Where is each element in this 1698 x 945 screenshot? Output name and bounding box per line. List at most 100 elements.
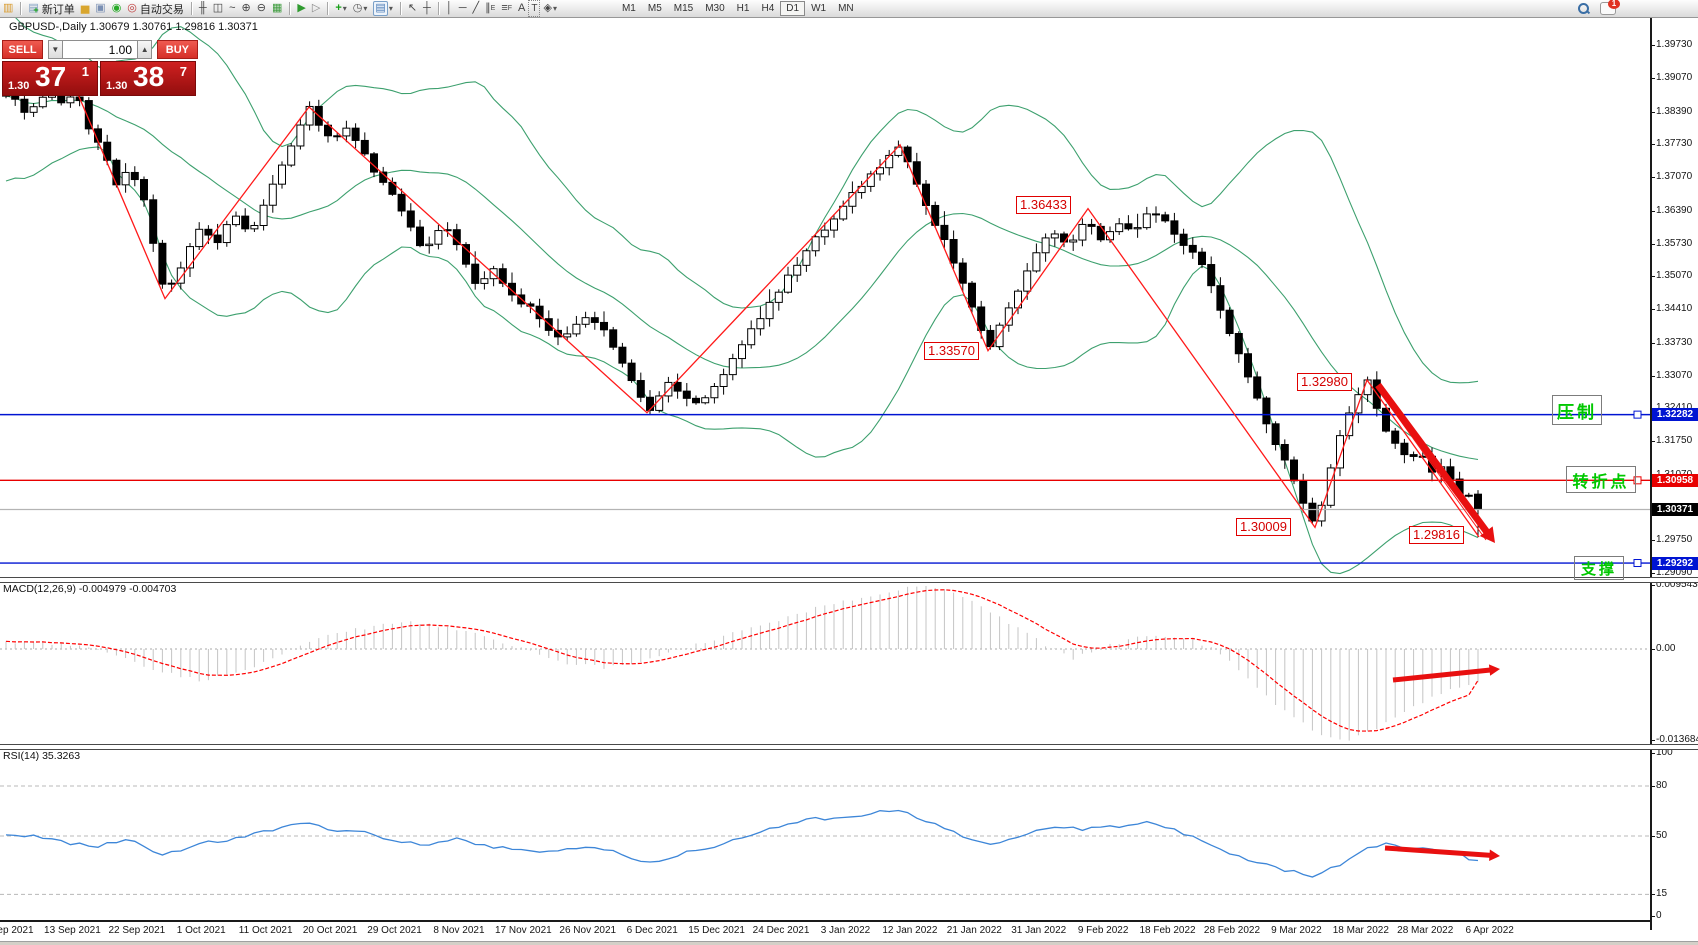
date-label: 6 Apr 2022 bbox=[1465, 925, 1513, 936]
bid-big-digits: 37 bbox=[35, 61, 66, 93]
terminal-icon[interactable]: ▣ bbox=[92, 1, 108, 16]
signals-icon[interactable]: ◉ bbox=[109, 1, 125, 16]
date-label: 31 Jan 2022 bbox=[1011, 925, 1066, 936]
search-icon[interactable] bbox=[1578, 3, 1590, 15]
date-label: 28 Mar 2022 bbox=[1397, 925, 1453, 936]
chart-fragment-icon[interactable]: ▥ bbox=[0, 1, 16, 16]
notifications-icon[interactable]: 1 bbox=[1600, 2, 1616, 15]
zoom-out-icon[interactable]: ⊖ bbox=[254, 1, 269, 16]
date-label: 11 Oct 2021 bbox=[239, 925, 293, 936]
candlestick-chart-icon[interactable]: ◫ bbox=[210, 1, 226, 16]
arrows-button[interactable]: ◈ ▾ bbox=[540, 1, 559, 16]
ask-pipette: 7 bbox=[180, 64, 187, 79]
price-tick: 1.38390 bbox=[1656, 106, 1692, 117]
zoom-in-icon[interactable]: ⊕ bbox=[239, 1, 254, 16]
autotrade-button[interactable]: ◎ 自动交易 bbox=[124, 1, 187, 16]
timeframe-w1[interactable]: W1 bbox=[805, 1, 832, 16]
zh-label[interactable]: 支撑 bbox=[1574, 556, 1624, 580]
swing-annotation[interactable]: 1.30009 bbox=[1236, 518, 1291, 536]
rsi-header: RSI(14) 35.3263 bbox=[3, 750, 80, 762]
sell-button[interactable]: SELL bbox=[2, 40, 43, 59]
toolbar-separator bbox=[327, 2, 328, 15]
main-chart-canvas[interactable] bbox=[0, 17, 1650, 578]
crosshair-icon[interactable]: ┼ bbox=[420, 1, 434, 16]
date-label: 24 Dec 2021 bbox=[753, 925, 810, 936]
candles bbox=[3, 84, 1482, 537]
timeframe-m1[interactable]: M1 bbox=[616, 1, 642, 16]
timeframe-d1[interactable]: D1 bbox=[780, 1, 805, 16]
cursor-icon[interactable]: ↖ bbox=[405, 1, 420, 16]
price-tick: 1.39070 bbox=[1656, 72, 1692, 83]
toolbar-separator bbox=[191, 2, 192, 15]
vertical-line-icon[interactable]: │ bbox=[443, 1, 456, 16]
bid-prefix: 1.30 bbox=[8, 80, 29, 92]
line-handle[interactable] bbox=[1634, 560, 1641, 567]
text-icon[interactable]: A bbox=[515, 1, 528, 16]
rsi-level-lines bbox=[0, 786, 1650, 894]
volume-decrease-button[interactable]: ▼ bbox=[48, 40, 63, 59]
line-chart-icon[interactable]: ~ bbox=[226, 1, 238, 16]
trendline-icon[interactable]: ╱ bbox=[470, 1, 483, 16]
date-label: 2 Sep 2021 bbox=[0, 925, 34, 936]
fibo-sub: F bbox=[508, 2, 512, 15]
line-handle[interactable] bbox=[1634, 411, 1641, 418]
horizontal-line-icon[interactable]: ─ bbox=[456, 1, 470, 16]
swing-annotation[interactable]: 1.36433 bbox=[1016, 196, 1071, 214]
shapes-icon: ◈ bbox=[543, 2, 551, 15]
equidistant-channel-icon[interactable]: ∥E bbox=[482, 1, 498, 16]
rsi-tick: 15 bbox=[1656, 888, 1667, 899]
timeframe-m30[interactable]: M30 bbox=[699, 1, 730, 16]
rsi-pane-canvas[interactable] bbox=[0, 748, 1650, 920]
timeframe-h4[interactable]: H4 bbox=[755, 1, 780, 16]
market-watch-icon[interactable]: ▅ bbox=[78, 1, 92, 16]
macd-trend-arrow bbox=[1393, 664, 1500, 680]
swing-annotation[interactable]: 1.33570 bbox=[924, 342, 979, 360]
pane-separator[interactable] bbox=[0, 744, 1698, 750]
zigzag-line bbox=[75, 87, 1486, 540]
swing-annotation[interactable]: 1.29816 bbox=[1409, 526, 1464, 544]
date-label: 13 Sep 2021 bbox=[44, 925, 101, 936]
date-label: 17 Nov 2021 bbox=[495, 925, 552, 936]
period-button[interactable]: ◷ ▾ bbox=[350, 1, 371, 16]
volume-increase-button[interactable]: ▲ bbox=[137, 40, 152, 59]
volume-input[interactable] bbox=[63, 40, 137, 59]
timeframe-mn[interactable]: MN bbox=[832, 1, 860, 16]
bid-price-panel[interactable]: 1.30 37 1 bbox=[2, 61, 98, 96]
one-click-trading-panel: SELL ▼ ▲ BUY 1.30 37 1 1.30 38 7 bbox=[2, 40, 198, 96]
zh-label[interactable]: 转折点 bbox=[1566, 466, 1636, 493]
notification-badge: 1 bbox=[1608, 0, 1620, 9]
bar-chart-icon[interactable]: ╫ bbox=[196, 1, 210, 16]
timeframe-h1[interactable]: H1 bbox=[731, 1, 756, 16]
date-label: 29 Oct 2021 bbox=[367, 925, 421, 936]
macd-pane-canvas[interactable] bbox=[0, 582, 1650, 744]
chart-shift-icon[interactable]: ▷ bbox=[309, 1, 323, 16]
zh-label[interactable]: 压制 bbox=[1552, 395, 1602, 425]
timeframe-m15[interactable]: M15 bbox=[668, 1, 699, 16]
rsi-tick: 80 bbox=[1656, 780, 1667, 791]
new-order-button[interactable]: ▤ 新订单 bbox=[25, 1, 77, 16]
template-icon: ▤ bbox=[373, 1, 387, 16]
date-label: 18 Mar 2022 bbox=[1333, 925, 1389, 936]
pivot-price-tag: 1.30958 bbox=[1652, 474, 1698, 487]
pane-separator[interactable] bbox=[0, 577, 1698, 583]
autotrade-icon: ◎ bbox=[127, 2, 137, 15]
resistance-price-tag: 1.32282 bbox=[1652, 408, 1698, 421]
date-label: 15 Dec 2021 bbox=[688, 925, 745, 936]
buy-button[interactable]: BUY bbox=[157, 40, 198, 59]
ask-prefix: 1.30 bbox=[106, 80, 127, 92]
add-indicator-button[interactable]: + ▾ bbox=[332, 1, 349, 16]
text-label-icon[interactable]: T bbox=[528, 0, 540, 17]
timeframe-m5[interactable]: M5 bbox=[642, 1, 668, 16]
bollinger-bands bbox=[6, 17, 1478, 573]
swing-annotation[interactable]: 1.32980 bbox=[1297, 373, 1352, 391]
ask-price-panel[interactable]: 1.30 38 7 bbox=[100, 61, 196, 96]
chart-title: GBPUSD-,Daily 1.30679 1.30761 1.29816 1.… bbox=[9, 21, 258, 33]
new-order-icon: ▤ bbox=[28, 2, 38, 15]
price-tick: 1.35730 bbox=[1656, 238, 1692, 249]
template-button[interactable]: ▤ ▾ bbox=[370, 1, 395, 16]
fibonacci-icon[interactable]: ≡F bbox=[498, 1, 515, 16]
tile-windows-icon[interactable]: ▦ bbox=[269, 1, 285, 16]
date-label: 8 Nov 2021 bbox=[433, 925, 484, 936]
auto-scroll-icon[interactable]: ▶ bbox=[294, 1, 308, 16]
date-label: 21 Jan 2022 bbox=[947, 925, 1002, 936]
